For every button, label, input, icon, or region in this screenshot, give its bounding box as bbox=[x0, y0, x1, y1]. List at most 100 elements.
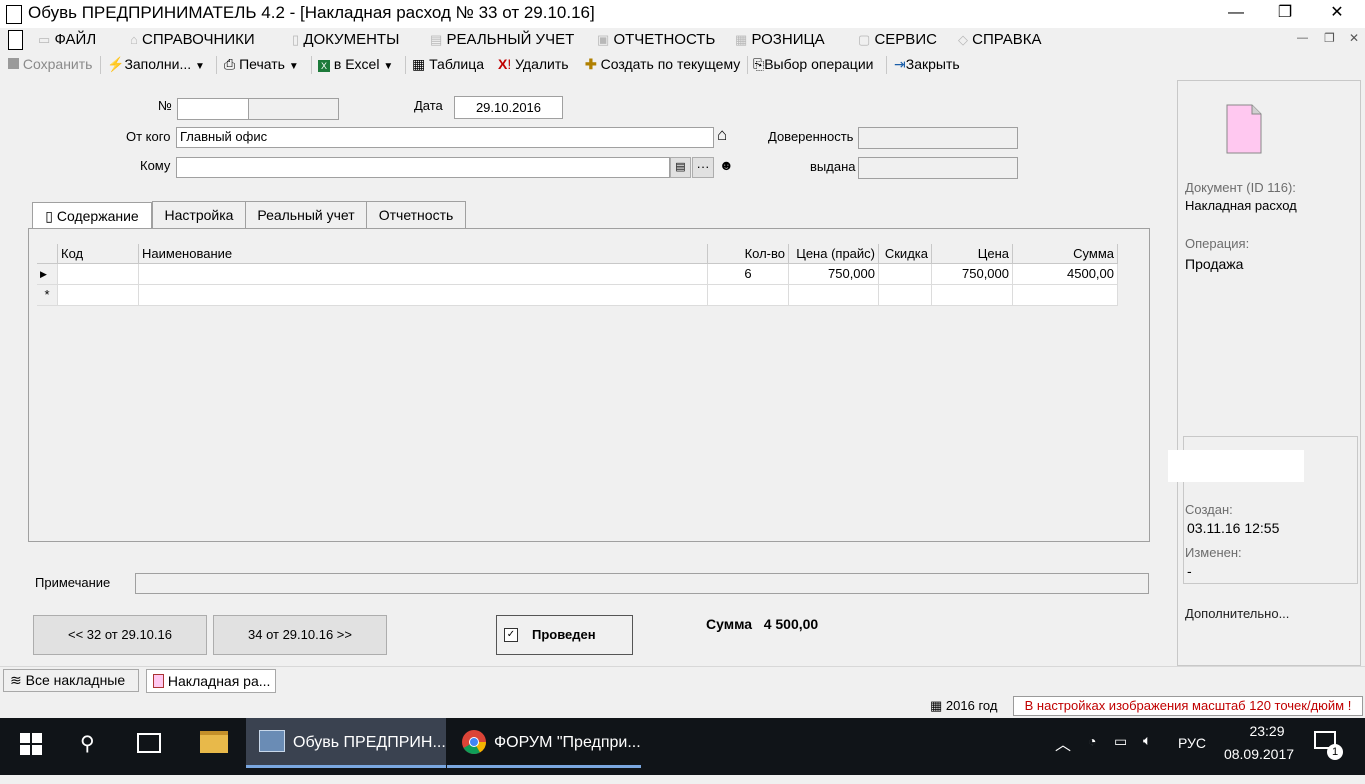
document-icon bbox=[1226, 104, 1262, 154]
save-icon bbox=[8, 58, 19, 69]
network-icon[interactable]: ◔ bbox=[1088, 733, 1096, 749]
tools-icon: ▢ bbox=[858, 32, 871, 47]
grid-header-price[interactable]: Цена bbox=[932, 244, 1013, 264]
tab-settings[interactable]: Настройка bbox=[152, 201, 246, 229]
total-value: 4 500,00 bbox=[763, 616, 819, 632]
issued-label: выдана bbox=[810, 159, 856, 174]
clock-date[interactable]: 08.09.2017 bbox=[1218, 746, 1300, 762]
grid-header-sum[interactable]: Сумма bbox=[1013, 244, 1118, 264]
excel-button[interactable]: X в Excel ▼ bbox=[318, 56, 393, 74]
dropdown-arrow-icon: ▼ bbox=[288, 61, 299, 72]
tab-all-invoices[interactable]: ≋ Все накладные bbox=[3, 669, 139, 692]
date-label: Дата bbox=[414, 98, 443, 113]
person-icon[interactable]: ☻ bbox=[719, 157, 734, 173]
tab-current-invoice[interactable]: Накладная ра... bbox=[146, 669, 276, 693]
posted-toggle[interactable]: ✓ Проведен bbox=[496, 615, 633, 655]
new-row-code[interactable] bbox=[58, 285, 139, 306]
table-row-qty[interactable]: 6 bbox=[708, 264, 789, 285]
table-row-code[interactable] bbox=[58, 264, 139, 285]
previous-document-button[interactable]: << 32 от 29.10.16 bbox=[33, 615, 207, 655]
create-from-current-button[interactable]: ✚ Создать по текущему bbox=[585, 56, 740, 74]
menu-file[interactable]: ▭ ФАЙЛ bbox=[38, 31, 96, 51]
grid-header-code[interactable]: Код bbox=[58, 244, 139, 264]
chevron-up-icon[interactable]: ︿ bbox=[1055, 731, 1071, 755]
choose-operation-button[interactable]: ⎘Выбор операции bbox=[753, 56, 873, 74]
ellipsis-icon: ··· bbox=[696, 159, 710, 174]
print-button[interactable]: ⎙ Печать ▼ bbox=[224, 56, 299, 74]
table-row-sum[interactable]: 4500,00 bbox=[1013, 264, 1118, 285]
contractor-card-button[interactable]: ▤ bbox=[670, 157, 691, 178]
new-row-discount[interactable] bbox=[879, 285, 932, 306]
volume-icon[interactable]: 🔈︎ bbox=[1143, 732, 1151, 749]
document-type-value: Накладная расход bbox=[1185, 198, 1297, 213]
close-button[interactable]: ✕ bbox=[1314, 0, 1360, 26]
menu-help[interactable]: ◇ СПРАВКА bbox=[958, 31, 1042, 51]
table-row-name[interactable] bbox=[139, 264, 708, 285]
close-document-button[interactable]: ⇥Закрыть bbox=[894, 56, 960, 74]
toolbar-separator bbox=[747, 56, 748, 74]
to-field[interactable] bbox=[176, 157, 670, 178]
toolbar-separator bbox=[311, 56, 312, 74]
posted-checkbox[interactable]: ✓ bbox=[504, 628, 518, 642]
row-selector-current[interactable]: ▶ bbox=[37, 264, 58, 285]
document-icon bbox=[153, 674, 164, 688]
language-indicator[interactable]: РУС bbox=[1178, 735, 1206, 751]
delete-button[interactable]: X! Удалить bbox=[498, 56, 569, 74]
select-contractor-button[interactable]: ··· bbox=[692, 157, 714, 178]
grid-header-price-list[interactable]: Цена (прайс) bbox=[789, 244, 879, 264]
exit-icon: ⇥ bbox=[894, 56, 906, 72]
task-view-icon[interactable] bbox=[137, 733, 161, 753]
tab-reporting[interactable]: Отчетность bbox=[366, 201, 466, 229]
menu-retail[interactable]: ▦ РОЗНИЦА bbox=[735, 31, 825, 51]
new-row-price[interactable] bbox=[932, 285, 1013, 306]
grid-header-discount[interactable]: Скидка bbox=[879, 244, 932, 264]
more-info-link[interactable]: Дополнительно... bbox=[1185, 606, 1289, 621]
file-icon: ▭ bbox=[38, 32, 51, 47]
number-field[interactable] bbox=[177, 98, 249, 120]
date-field[interactable]: 29.10.2016 bbox=[454, 96, 563, 119]
maximize-button[interactable]: ❐ bbox=[1262, 0, 1308, 26]
table-row-price[interactable]: 750,000 bbox=[932, 264, 1013, 285]
battery-icon[interactable]: ▭ bbox=[1114, 733, 1127, 750]
menu-reports[interactable]: ▣ ОТЧЕТНОСТЬ bbox=[597, 31, 715, 51]
new-row-qty[interactable] bbox=[708, 285, 789, 306]
redacted-area bbox=[1168, 450, 1304, 482]
fill-button[interactable]: ⚡Заполни... ▼ bbox=[107, 56, 205, 74]
from-field[interactable]: Главный офис bbox=[176, 127, 714, 148]
mdi-close-button[interactable]: ✕ bbox=[1349, 31, 1359, 45]
new-document-icon[interactable] bbox=[8, 30, 23, 50]
menu-real-accounting[interactable]: ▤ РЕАЛЬНЫЙ УЧЕТ bbox=[430, 31, 574, 51]
windows-start-icon[interactable] bbox=[20, 733, 42, 755]
menu-service[interactable]: ▢ СЕРВИС bbox=[858, 31, 937, 51]
table-button[interactable]: ▦ Таблица bbox=[412, 56, 484, 74]
file-explorer-icon[interactable] bbox=[200, 731, 228, 753]
clock-time[interactable]: 23:29 bbox=[1234, 723, 1300, 739]
menu-catalogs[interactable]: ⌂ СПРАВОЧНИКИ bbox=[130, 31, 255, 51]
toolbar-separator bbox=[216, 56, 217, 74]
grid-header-name[interactable]: Наименование bbox=[139, 244, 708, 264]
total-sum: Сумма 4 500,00 bbox=[706, 616, 818, 632]
year-indicator[interactable]: ▦ 2016 год bbox=[930, 698, 997, 714]
report-icon: ▣ bbox=[597, 32, 610, 47]
dropdown-arrow-icon: ▼ bbox=[195, 61, 205, 72]
save-button[interactable]: Сохранить bbox=[8, 56, 92, 74]
home-icon[interactable]: ⌂ bbox=[717, 125, 727, 145]
tab-content[interactable]: ▯ Содержание bbox=[32, 202, 152, 229]
search-icon[interactable]: ⚲ bbox=[80, 731, 95, 756]
new-row-name[interactable] bbox=[139, 285, 708, 306]
mdi-restore-button[interactable]: ❐ bbox=[1324, 31, 1335, 45]
tab-real-accounting[interactable]: Реальный учет bbox=[245, 201, 367, 229]
note-field[interactable] bbox=[135, 573, 1149, 594]
wand-icon: ⚡ bbox=[107, 56, 125, 72]
table-row-discount[interactable] bbox=[879, 264, 932, 285]
note-label: Примечание bbox=[35, 575, 111, 590]
mdi-minimize-button[interactable]: — bbox=[1297, 32, 1308, 44]
new-row-sum[interactable] bbox=[1013, 285, 1118, 306]
minimize-button[interactable]: — bbox=[1213, 0, 1259, 26]
next-document-button[interactable]: 34 от 29.10.16 >> bbox=[213, 615, 387, 655]
row-selector-new[interactable]: * bbox=[37, 285, 58, 306]
table-row-price-list[interactable]: 750,000 bbox=[789, 264, 879, 285]
grid-header-qty[interactable]: Кол-во bbox=[708, 244, 789, 264]
menu-documents[interactable]: ▯ ДОКУМЕНТЫ bbox=[292, 31, 399, 51]
new-row-price-list[interactable] bbox=[789, 285, 879, 306]
